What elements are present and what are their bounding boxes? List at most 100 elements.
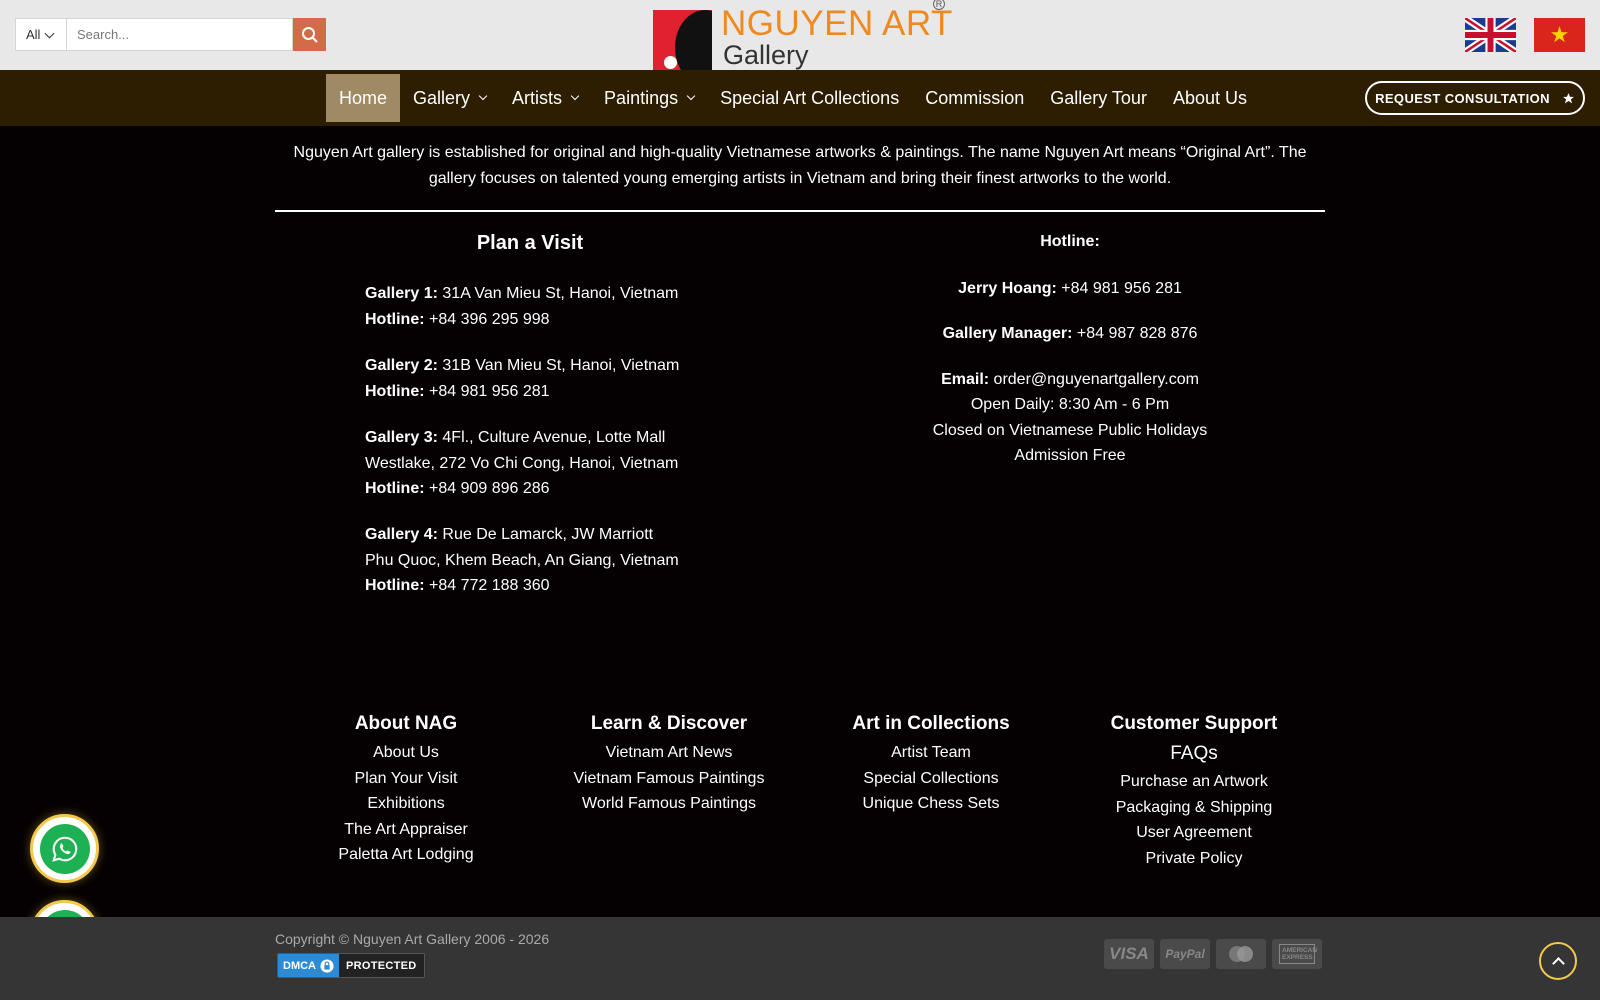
nav-item-label: Special Art Collections [720,87,900,108]
logo-mark [653,10,712,70]
vietnamese-flag-icon[interactable]: ★ [1534,18,1585,52]
footer-link[interactable]: About Us [286,740,526,766]
search-input[interactable] [67,18,293,51]
gallery-address: 31A Van Mieu St, Hanoi, Vietnam [442,285,679,302]
footer-link[interactable]: Private Policy [1074,846,1314,872]
footer-link[interactable]: Vietnam Famous Paintings [549,766,789,792]
gallery-name: Gallery 3: [365,429,438,446]
footer-link[interactable]: Special Collections [811,766,1051,792]
gallery-hotline[interactable]: +84 396 295 998 [429,311,550,328]
closed-notice: Closed on Vietnamese Public Holidays [932,421,1208,439]
gallery-address: 31B Van Mieu St, Hanoi, Vietnam [442,357,680,374]
footer-link[interactable]: Vietnam Art News [549,740,789,766]
footer-link[interactable]: User Agreement [1074,820,1314,846]
back-to-top-button[interactable] [1539,942,1577,980]
contact-phone[interactable]: +84 987 828 876 [1077,325,1198,342]
hotline-label: Hotline: [365,382,425,400]
hotline-label: Hotline: [365,310,425,328]
email-address[interactable]: order@nguyenartgallery.com [994,371,1199,388]
gallery-name: Gallery 4: [365,526,438,543]
nav-item-special-art-collections[interactable]: Special Art Collections [707,74,912,122]
lock-icon [320,958,334,973]
opening-hours: Open Daily: 8:30 Am - 6 Pm [970,396,1170,413]
gallery-location-2: Gallery 2: 31B Van Mieu St, Hanoi, Vietn… [365,353,725,404]
english-flag-icon[interactable] [1465,18,1516,52]
footer-link[interactable]: Packaging & Shipping [1074,795,1314,821]
footer-bottom-bar: Copyright © Nguyen Art Gallery 2006 - 20… [0,917,1600,1000]
nav-item-about-us[interactable]: About Us [1160,74,1260,122]
footer-column-support: Customer Support FAQs Purchase an Artwor… [1074,712,1314,871]
chevron-down-icon [686,91,696,101]
gallery-hotline[interactable]: +84 981 956 281 [429,383,550,400]
main-navigation: Home Gallery Artists Paintings Special A… [0,70,1600,126]
hotline-label: Hotline: [365,480,425,497]
contact-info: Hotline: Jerry Hoang: +84 981 956 281 Ga… [870,229,1270,469]
email-contact: Email: order@nguyenartgallery.com [870,367,1270,393]
plan-visit-title: Plan a Visit [476,232,584,254]
chevron-down-icon [570,91,580,101]
contact-phone[interactable]: +84 981 956 281 [1061,280,1182,297]
search-icon [301,26,318,43]
gallery-manager-contact: Gallery Manager: +84 987 828 876 [870,321,1270,347]
gallery-name: Gallery 1: [365,285,438,302]
logo-subtitle: Gallery [723,40,809,70]
site-logo[interactable]: NGUYEN ART Gallery R [653,0,953,70]
star-icon [1563,92,1574,103]
dmca-badge[interactable]: DMCA PROTECTED [277,953,425,978]
footer-column-title: About NAG [354,713,458,734]
nav-item-home[interactable]: Home [326,74,401,122]
gallery-location-3: Gallery 3: 4Fl., Culture Avenue, Lotte M… [365,425,680,502]
request-consultation-button[interactable]: REQUEST CONSULTATION [1365,81,1585,115]
nav-item-label: Gallery Tour [1050,87,1147,108]
nav-item-label: Artists [512,87,563,108]
nav-menu: Home Gallery Artists Paintings Special A… [326,74,1260,122]
american-express-icon: AMERICAN EXPRESS [1272,939,1322,969]
nav-item-label: Home [339,87,388,108]
nav-item-label: Commission [925,87,1025,108]
section-divider [275,210,1325,212]
footer-column-collections: Art in Collections Artist Team Special C… [811,712,1051,817]
gallery-location-4: Gallery 4: Rue De Lamarck, JW Marriott P… [365,522,685,599]
nav-item-paintings[interactable]: Paintings [591,74,707,122]
footer-column-title: Art in Collections [852,713,1010,734]
email-label: Email: [941,370,990,388]
footer-column-about: About NAG About Us Plan Your Visit Exhib… [286,712,526,868]
footer-link[interactable]: The Art Appraiser [286,817,526,843]
contact-label: Gallery Manager: [942,325,1073,342]
gallery-hotline[interactable]: +84 909 896 286 [429,480,550,497]
top-header: All NGUYEN ART Gallery R ★ [0,0,1600,70]
whatsapp-button[interactable] [30,814,99,883]
nav-item-label: Gallery [413,87,471,108]
search-form: All [15,18,326,51]
gallery-name: Gallery 2: [365,357,438,374]
nav-item-label: Paintings [604,87,679,108]
footer-link[interactable]: World Famous Paintings [549,791,789,817]
chevron-down-icon [478,91,488,101]
nav-item-gallery[interactable]: Gallery [400,74,499,122]
hotline-title: Hotline: [1040,233,1100,250]
whatsapp-icon [51,836,77,862]
gallery-hotline[interactable]: +84 772 188 360 [429,577,550,594]
footer-link[interactable]: Purchase an Artwork [1074,769,1314,795]
footer-link[interactable]: Plan Your Visit [286,766,526,792]
nav-item-gallery-tour[interactable]: Gallery Tour [1037,74,1160,122]
search-category-label: All [26,27,41,42]
dmca-label: DMCA [283,959,316,972]
logo-name: NGUYEN ART [721,4,953,43]
footer-link[interactable]: Unique Chess Sets [811,791,1051,817]
contact-label: Jerry Hoang: [958,279,1057,297]
nav-item-label: About Us [1172,87,1247,108]
footer-link-faqs[interactable]: FAQs [1074,740,1314,768]
search-button[interactable] [293,18,326,51]
dmca-protected-label: PROTECTED [339,954,424,977]
nav-item-commission[interactable]: Commission [912,74,1037,122]
footer-link[interactable]: Paletta Art Lodging [286,842,526,868]
footer-link[interactable]: Artist Team [811,740,1051,766]
footer-column-learn: Learn & Discover Vietnam Art News Vietna… [549,712,789,817]
nav-item-artists[interactable]: Artists [499,74,591,122]
footer-column-title: Learn & Discover [590,713,748,734]
paypal-icon: PayPal [1160,939,1210,969]
search-category-select[interactable]: All [15,18,67,51]
gallery-intro: Nguyen Art gallery is established for or… [293,144,1307,187]
footer-link[interactable]: Exhibitions [286,791,526,817]
